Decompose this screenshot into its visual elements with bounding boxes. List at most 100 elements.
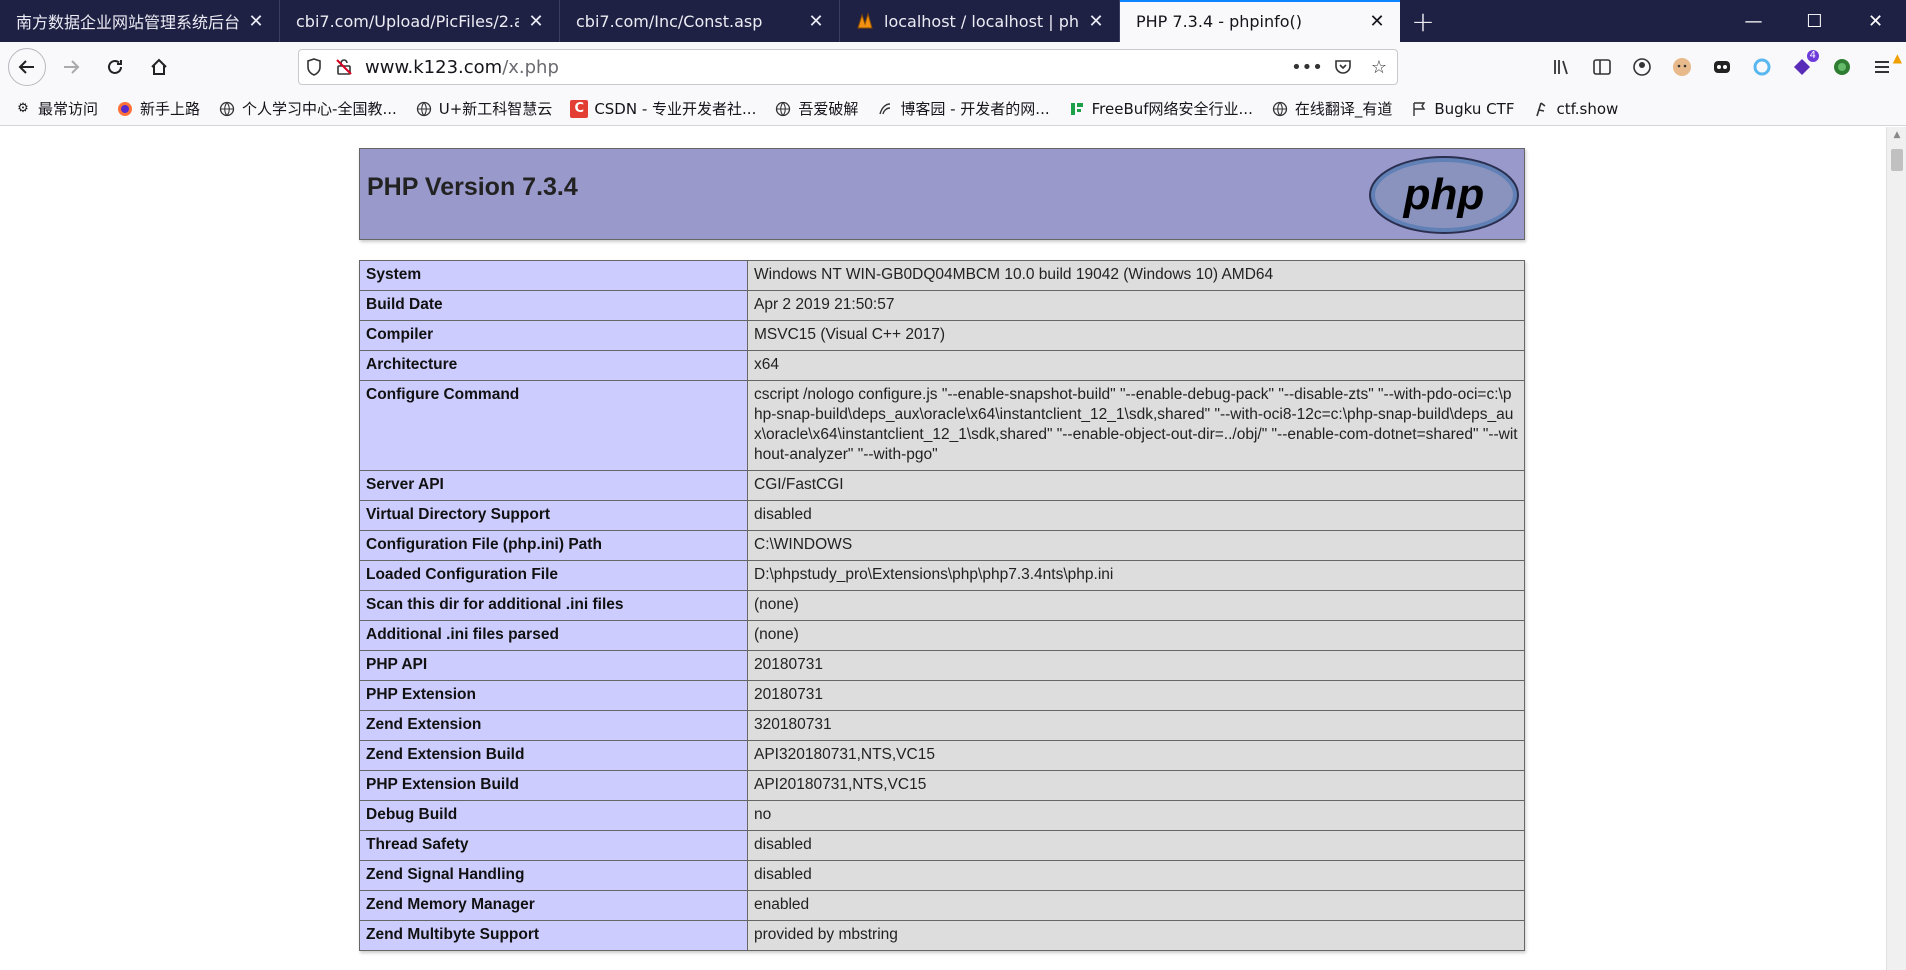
bookmark-item[interactable]: ⚙ 最常访问 [14, 98, 98, 119]
sidebar-icon[interactable] [1582, 47, 1622, 87]
warning-icon: ▲ [1892, 51, 1902, 65]
vertical-scrollbar[interactable]: ▲ [1886, 127, 1906, 970]
reload-button[interactable] [96, 48, 134, 86]
bookmark-item[interactable]: FreeBuf网络安全行业... [1068, 98, 1253, 119]
table-row: Build Date Apr 2 2019 21:50:57 [359, 290, 1525, 321]
row-key: System [359, 260, 748, 291]
navigation-bar: www.k123.com/x.php ••• ☆ 4 ▲ [0, 42, 1906, 92]
row-value: no [747, 800, 1525, 831]
row-key: Configure Command [359, 380, 748, 471]
bookmark-item[interactable]: 在线翻译_有道 [1271, 98, 1392, 119]
table-row: Architecture x64 [359, 350, 1525, 381]
row-value: Apr 2 2019 21:50:57 [747, 290, 1525, 321]
page-actions-icon[interactable]: ••• [1289, 57, 1325, 78]
row-value: cscript /nologo configure.js "--enable-s… [747, 380, 1525, 471]
insecure-lock-icon[interactable] [329, 58, 359, 76]
minimize-icon[interactable]: — [1723, 0, 1784, 42]
row-key: Configuration File (php.ini) Path [359, 530, 748, 561]
row-key: Zend Signal Handling [359, 860, 748, 891]
extension-globe-icon[interactable] [1822, 47, 1862, 87]
table-row: Server API CGI/FastCGI [359, 470, 1525, 501]
bookmark-item[interactable]: ctf.show [1532, 100, 1618, 118]
phpinfo-table: System Windows NT WIN-GB0DQ04MBCM 10.0 bu… [359, 260, 1525, 951]
close-icon[interactable]: ✕ [525, 10, 547, 32]
new-tab-button[interactable]: + [1400, 0, 1446, 42]
maximize-icon[interactable]: ☐ [1784, 0, 1845, 42]
row-key: Scan this dir for additional .ini files [359, 590, 748, 621]
close-icon[interactable]: ✕ [245, 10, 267, 32]
row-value: provided by mbstring [747, 920, 1525, 951]
url-path: /x.php [502, 56, 559, 78]
table-row: Zend Extension Build API320180731,NTS,VC1… [359, 740, 1525, 771]
bookmark-item[interactable]: 个人学习中心-全国教... [218, 98, 397, 119]
scroll-up-icon[interactable]: ▲ [1887, 127, 1906, 143]
tab-1[interactable]: cbi7.com/Upload/PicFiles/2.asp ✕ [280, 0, 560, 42]
forward-arrow-icon [64, 60, 80, 74]
table-row: Additional .ini files parsed (none) [359, 620, 1525, 651]
gear-icon: ⚙ [17, 101, 29, 116]
row-key: Debug Build [359, 800, 748, 831]
table-row: Zend Signal Handling disabled [359, 860, 1525, 891]
table-row: Zend Memory Manager enabled [359, 890, 1525, 921]
extension-ring-icon[interactable] [1742, 47, 1782, 87]
tab-3[interactable]: localhost / localhost | phpMy ✕ [840, 0, 1120, 42]
bookmark-star-icon[interactable]: ☆ [1361, 57, 1397, 78]
table-row: Configuration File (php.ini) Path C:\WIND… [359, 530, 1525, 561]
row-key: Compiler [359, 320, 748, 351]
tab-title: cbi7.com/Inc/Const.asp [576, 11, 763, 31]
row-value: D:\phpstudy_pro\Extensions\php\php7.3.4n… [747, 560, 1525, 591]
extension-mask-icon[interactable] [1702, 47, 1742, 87]
row-key: Zend Extension [359, 710, 748, 741]
url-text[interactable]: www.k123.com/x.php [359, 57, 1289, 78]
bookmark-item[interactable]: Bugku CTF [1410, 100, 1514, 118]
menu-icon[interactable]: ▲ [1862, 47, 1902, 87]
row-value: x64 [747, 350, 1525, 381]
row-value: 20180731 [747, 650, 1525, 681]
close-icon[interactable]: ✕ [1366, 10, 1388, 32]
url-bar[interactable]: www.k123.com/x.php ••• ☆ [298, 49, 1398, 85]
extension-badge-icon[interactable]: 4 [1782, 47, 1822, 87]
bookmark-label: Bugku CTF [1434, 99, 1515, 118]
extension-avatar-icon[interactable] [1662, 47, 1702, 87]
phpinfo-header: PHP Version 7.3.4 php [359, 148, 1525, 240]
bookmark-label: CSDN - 专业开发者社... [594, 100, 757, 118]
row-value: API320180731,NTS,VC15 [747, 740, 1525, 771]
back-button[interactable] [8, 48, 46, 86]
bookmark-item[interactable]: C CSDN - 专业开发者社... [570, 98, 756, 119]
bookmark-label: FreeBuf网络安全行业... [1091, 100, 1253, 118]
table-row: PHP Extension 20180731 [359, 680, 1525, 711]
tab-0[interactable]: 南方数据企业网站管理系统后台 ✕ [0, 0, 280, 42]
tab-4-active[interactable]: PHP 7.3.4 - phpinfo() ✕ [1120, 0, 1400, 42]
scrollbar-thumb[interactable] [1891, 149, 1903, 171]
bookmark-item[interactable]: 博客园 - 开发者的网... [876, 98, 1050, 119]
bookmark-item[interactable]: U+新工科智慧云 [415, 98, 552, 119]
table-row: Virtual Directory Support disabled [359, 500, 1525, 531]
bookmark-item[interactable]: 吾爱破解 [774, 98, 858, 119]
home-button[interactable] [140, 48, 178, 86]
ctf-icon [1532, 100, 1550, 118]
row-key: Build Date [359, 290, 748, 321]
cnblogs-icon [876, 100, 894, 118]
forward-button[interactable] [52, 48, 90, 86]
row-value: MSVC15 (Visual C++ 2017) [747, 320, 1525, 351]
row-value: Windows NT WIN-GB0DQ04MBCM 10.0 build 19… [747, 260, 1525, 291]
shield-icon[interactable] [299, 58, 329, 76]
bookmark-item[interactable]: 新手上路 [116, 98, 200, 119]
row-value: (none) [747, 620, 1525, 651]
pocket-icon[interactable] [1325, 58, 1361, 76]
window-close-icon[interactable]: ✕ [1845, 0, 1906, 42]
close-icon[interactable]: ✕ [805, 10, 827, 32]
php-logo[interactable]: php [1368, 155, 1520, 239]
account-icon[interactable] [1622, 47, 1662, 87]
table-row: Configure Command cscript /nologo configu… [359, 380, 1525, 471]
tab-strip: 南方数据企业网站管理系统后台 ✕ cbi7.com/Upload/PicFile… [0, 0, 1906, 42]
table-row: Compiler MSVC15 (Visual C++ 2017) [359, 320, 1525, 351]
close-icon[interactable]: ✕ [1085, 10, 1107, 32]
row-key: Loaded Configuration File [359, 560, 748, 591]
window-controls: — ☐ ✕ [1723, 0, 1906, 42]
row-key: Zend Extension Build [359, 740, 748, 771]
library-icon[interactable] [1542, 47, 1582, 87]
row-value: enabled [747, 890, 1525, 921]
tab-title: localhost / localhost | phpMy [884, 11, 1079, 31]
tab-2[interactable]: cbi7.com/Inc/Const.asp ✕ [560, 0, 840, 42]
